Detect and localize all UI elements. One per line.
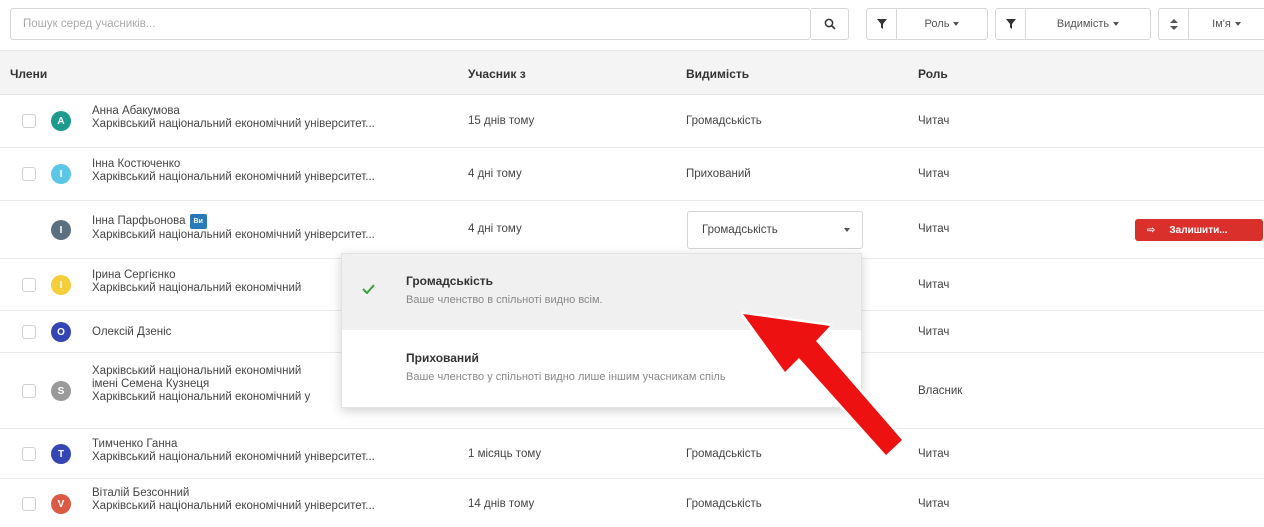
role-filter-button[interactable]: Роль — [866, 8, 988, 40]
member-org: Харківський національний економічний уні… — [92, 118, 375, 130]
filter-icon — [996, 9, 1026, 39]
chevron-down-icon — [1113, 22, 1120, 27]
table-row-current-user[interactable]: I Інна Парфьонова Ви Харківський націонал… — [0, 201, 1264, 259]
option-description: Ваше членство в спільноті видно всім. — [406, 294, 603, 306]
member-name[interactable]: Віталій Безсонний — [92, 487, 189, 499]
sort-label: Ім'я — [1212, 18, 1231, 30]
table-row[interactable]: I Інна Костюченко Харківський національн… — [0, 148, 1264, 201]
you-badge: Ви — [189, 214, 207, 229]
member-org-secondary: Харківський національний економічний у — [92, 391, 311, 403]
member-since: 4 дні тому — [468, 223, 522, 235]
member-name[interactable]: Інна Парфьонова — [92, 215, 186, 227]
member-name[interactable]: Ірина Сергієнко — [92, 269, 176, 281]
toolbar: Роль Видимість Ім'я — [0, 0, 1264, 50]
member-role: Читач — [918, 168, 950, 180]
row-checkbox[interactable] — [22, 114, 36, 128]
role-filter-label: Роль — [924, 18, 950, 30]
member-name[interactable]: Тимченко Ганна — [92, 438, 177, 450]
member-name[interactable]: Анна Абакумова — [92, 105, 180, 117]
chevron-down-icon — [953, 22, 960, 27]
member-role: Читач — [918, 115, 950, 127]
avatar: I — [51, 275, 71, 295]
avatar: A — [51, 111, 71, 131]
option-title: Прихований — [406, 351, 479, 365]
member-role: Власник — [918, 385, 963, 397]
member-org: Харківський національний економічний уні… — [92, 171, 375, 183]
chevron-down-icon — [844, 228, 850, 232]
member-org: Харківський національний економічний уні… — [92, 451, 375, 463]
sort-button[interactable]: Ім'я — [1158, 8, 1264, 40]
header-members: Члени — [10, 67, 48, 81]
visibility-select[interactable]: Громадськість — [687, 211, 863, 249]
search-icon — [824, 18, 836, 30]
avatar: T — [51, 444, 71, 464]
header-role: Роль — [918, 67, 948, 81]
member-visibility: Прихований — [686, 168, 751, 180]
visibility-filter-label: Видимість — [1056, 18, 1110, 30]
checkmark-icon — [362, 284, 375, 294]
member-visibility: Громадськість — [686, 115, 762, 127]
member-role: Читач — [918, 326, 950, 338]
exit-icon: ⇨ — [1147, 224, 1156, 236]
member-since: 14 днів тому — [468, 498, 535, 510]
visibility-option-public[interactable]: Громадськість Ваше членство в спільноті … — [342, 254, 861, 330]
header-visibility: Видимість — [686, 67, 750, 81]
member-name[interactable]: Інна Костюченко — [92, 158, 180, 170]
sort-icon — [1159, 9, 1189, 39]
visibility-select-value: Громадськість — [702, 224, 778, 236]
leave-button[interactable]: ⇨ Залишити... — [1135, 219, 1263, 241]
member-role: Читач — [918, 448, 950, 460]
chevron-down-icon — [1234, 22, 1241, 27]
row-checkbox[interactable] — [22, 384, 36, 398]
member-role: Читач — [918, 223, 950, 235]
member-since: 15 днів тому — [468, 115, 535, 127]
row-checkbox[interactable] — [22, 325, 36, 339]
row-checkbox[interactable] — [22, 167, 36, 181]
search-input[interactable] — [10, 8, 811, 40]
row-checkbox[interactable] — [22, 278, 36, 292]
header-member-since: Учасник з — [468, 67, 526, 81]
leave-button-label: Залишити... — [1169, 224, 1228, 236]
member-org: Харківський національний економічний уні… — [92, 229, 375, 241]
member-role: Читач — [918, 279, 950, 291]
visibility-option-hidden[interactable]: Прихований Ваше членство у спільноті вид… — [342, 331, 861, 407]
avatar: I — [51, 220, 71, 240]
table-header: Члени Учасник з Видимість Роль — [0, 50, 1264, 95]
avatar: S — [51, 381, 71, 401]
member-org: імені Семена Кузнеця — [92, 378, 210, 390]
search-button[interactable] — [811, 8, 849, 40]
option-description: Ваше членство у спільноті видно лише інш… — [406, 371, 726, 383]
table-row[interactable]: V Віталій Безсонний Харківський націонал… — [0, 479, 1264, 527]
avatar: V — [51, 494, 71, 514]
row-checkbox[interactable] — [22, 497, 36, 511]
member-since: 4 дні тому — [468, 168, 522, 180]
member-since: 1 місяць тому — [468, 448, 542, 460]
visibility-dropdown: Громадськість Ваше членство в спільноті … — [341, 253, 862, 408]
option-title: Громадськість — [406, 274, 494, 288]
avatar: I — [51, 164, 71, 184]
member-name[interactable]: Харківський національний економічний — [92, 365, 301, 377]
member-visibility: Громадськість — [686, 448, 762, 460]
member-org: Харківський національний економічний — [92, 282, 302, 294]
member-org: Харківський національний економічний уні… — [92, 500, 375, 512]
row-checkbox[interactable] — [22, 447, 36, 461]
member-visibility: Громадськість — [686, 498, 762, 510]
avatar: O — [51, 322, 71, 342]
member-role: Читач — [918, 498, 950, 510]
table-row[interactable]: A Анна Абакумова Харківський національни… — [0, 95, 1264, 148]
filter-icon — [867, 9, 897, 39]
visibility-filter-button[interactable]: Видимість — [995, 8, 1151, 40]
member-name[interactable]: Олексій Дзеніс — [92, 326, 171, 338]
table-row[interactable]: T Тимченко Ганна Харківський національни… — [0, 429, 1264, 479]
